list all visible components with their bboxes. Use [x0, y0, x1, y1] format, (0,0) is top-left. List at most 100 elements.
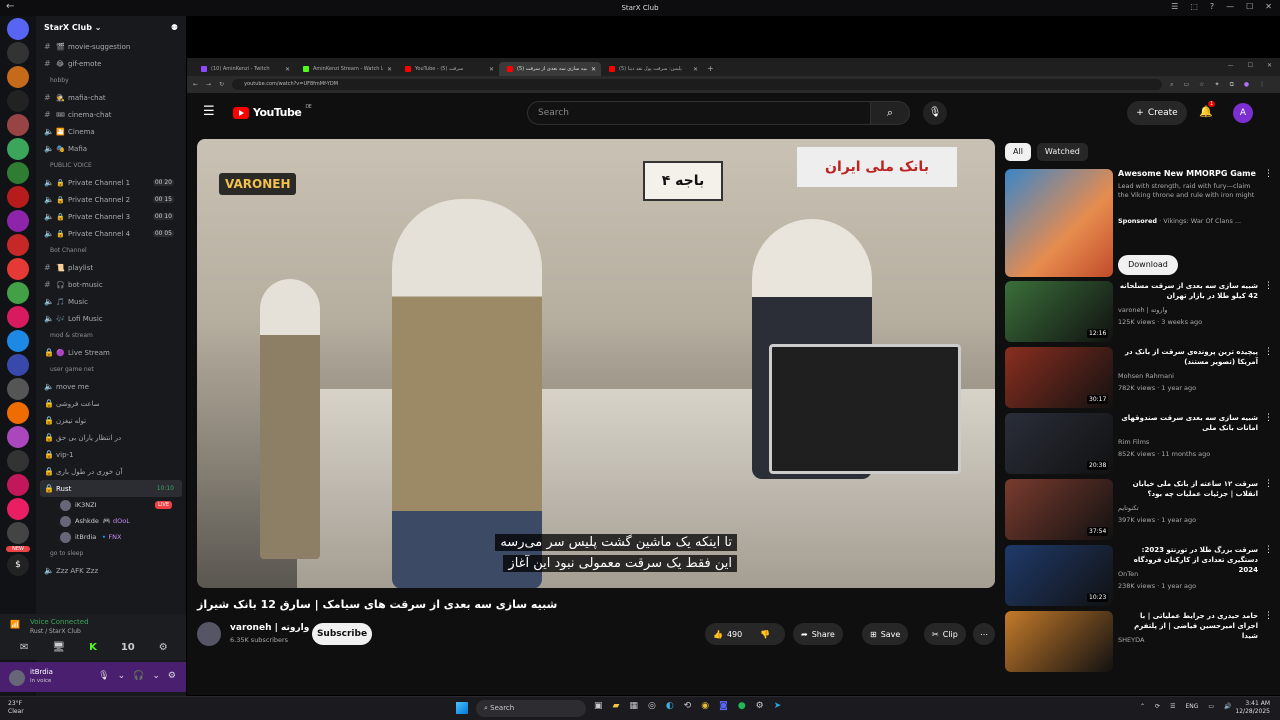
rec-channel[interactable]: Rim Films: [1118, 438, 1149, 446]
channel-item[interactable]: 🔈 Zzz AFK Zzz: [40, 562, 182, 579]
youtube-logo[interactable]: YouTube DE: [233, 104, 312, 119]
browser-tab[interactable]: شبیه سازی سه بعدی از سرقت (5) ✕: [499, 62, 601, 76]
rec-channel[interactable]: Mohsen Rahmani: [1118, 372, 1174, 380]
channel-item[interactable]: 🔈 🎦 Cinema: [40, 123, 182, 140]
rec-title[interactable]: شبیه سازی سه بعدی سرقت صندوقهای امانات ب…: [1118, 413, 1258, 433]
extension-icon[interactable]: ✦: [1215, 81, 1220, 89]
screen-icon[interactable]: ⬚: [1190, 2, 1198, 11]
server-icon[interactable]: [7, 306, 29, 328]
server-icon[interactable]: [7, 210, 29, 232]
more-icon[interactable]: ⋮: [1264, 169, 1273, 179]
volume-icon[interactable]: 🔊: [1224, 703, 1231, 710]
rec-title[interactable]: سرقت ۱۲ ساعته از بانک ملی خیابان انقلاب …: [1118, 479, 1258, 499]
close-button[interactable]: ✕: [1265, 2, 1272, 11]
close-button[interactable]: ✕: [1267, 62, 1272, 69]
rec-video[interactable]: حامد حیدری در جرایط عملیاتی | با اجرای ا…: [1005, 611, 1275, 677]
discord-icon[interactable]: ◙: [719, 701, 728, 711]
extensions-icon[interactable]: ⧉: [1230, 81, 1234, 89]
channel-item[interactable]: 🔒 vip-1: [40, 446, 182, 463]
rec-thumbnail[interactable]: [1005, 611, 1113, 672]
user-avatar[interactable]: [9, 670, 25, 686]
rec-video[interactable]: 12:16 شبیه سازی سه بعدی از سرقت مسلحانه 4…: [1005, 281, 1275, 347]
channel-item[interactable]: 🔒 توله تیغزن: [40, 412, 182, 429]
voice-status[interactable]: Voice Connected: [30, 618, 89, 626]
channel-item[interactable]: 🔒 آن خوری در طول باری: [40, 463, 182, 480]
app-icon[interactable]: ⚙: [756, 701, 764, 711]
channel-category[interactable]: mod & stream: [40, 327, 182, 344]
more-actions-button[interactable]: ⋯: [973, 623, 995, 645]
browser-tab[interactable]: پلیس: سرقت پول نقد دیتا (5) ✕: [601, 62, 703, 76]
server-icon[interactable]: [7, 258, 29, 280]
back-icon[interactable]: ←: [193, 81, 198, 88]
chrome-icon[interactable]: ◉: [701, 701, 709, 711]
clip-button[interactable]: ✂ Clip: [924, 623, 966, 645]
voice-search-button[interactable]: 🎙: [923, 101, 947, 125]
channel-item[interactable]: # 📜 playlist: [40, 259, 182, 276]
server-icon[interactable]: [7, 138, 29, 160]
voice-settings-icon[interactable]: ⚙: [159, 642, 168, 653]
server-icon[interactable]: [7, 378, 29, 400]
server-icon[interactable]: [7, 90, 29, 112]
channel-category[interactable]: go to sleep: [40, 545, 182, 562]
browser-tab[interactable]: AminKenzi Stream - Watch Liv... ✕: [295, 62, 397, 76]
server-icon[interactable]: [7, 402, 29, 424]
rec-video[interactable]: 37:54 سرقت ۱۲ ساعته از بانک ملی خیابان ان…: [1005, 479, 1275, 545]
search-button[interactable]: ⌕: [870, 101, 910, 125]
account-avatar[interactable]: A: [1233, 103, 1253, 123]
channel-name[interactable]: varoneh | واروته: [230, 623, 309, 633]
more-icon[interactable]: ⋮: [1264, 281, 1273, 291]
tab-close-icon[interactable]: ✕: [387, 66, 392, 73]
clock[interactable]: 3:41 AM 12/28/2025: [1235, 700, 1270, 716]
steam-icon[interactable]: ◎: [648, 701, 656, 711]
chevron-down-icon[interactable]: ⌄: [152, 671, 160, 681]
more-icon[interactable]: ⋮: [1259, 81, 1265, 89]
channel-category[interactable]: Bot Channel: [40, 242, 182, 259]
maximize-button[interactable]: ☐: [1248, 62, 1253, 69]
channel-item[interactable]: 🔈 🔒 Private Channel 2 00 15: [40, 191, 182, 208]
server-icon[interactable]: [7, 330, 29, 352]
server-icon[interactable]: $: [7, 554, 29, 576]
edge-icon[interactable]: ◐: [666, 701, 674, 711]
add-member-icon[interactable]: ⚉: [171, 23, 178, 32]
sync-icon[interactable]: ⟳: [1155, 703, 1160, 710]
more-icon[interactable]: ⋮: [1264, 479, 1273, 489]
zoom-icon[interactable]: ⌕: [1170, 81, 1173, 89]
save-button[interactable]: ⊞ Save: [862, 623, 909, 645]
tab-close-icon[interactable]: ✕: [285, 66, 290, 73]
channel-item[interactable]: # 🎟 cinema-chat: [40, 106, 182, 123]
channel-item[interactable]: # 😂 gif-emote: [40, 55, 182, 72]
ad-thumbnail[interactable]: [1005, 169, 1113, 277]
channel-avatar[interactable]: [197, 622, 221, 646]
more-icon[interactable]: ⋮: [1264, 413, 1273, 423]
wifi-icon[interactable]: ☰: [1170, 703, 1175, 710]
network-icon[interactable]: ▭: [1208, 703, 1214, 710]
channel-item[interactable]: 🔈 🎭 Mafia: [40, 140, 182, 157]
rec-title[interactable]: شبیه سازی سه بعدی از سرقت مسلحانه 42 کیل…: [1118, 281, 1258, 301]
channel-item[interactable]: 🔒 ساعت فروشی: [40, 395, 182, 412]
chevron-down-icon[interactable]: ⌄: [118, 671, 126, 681]
browser-tab[interactable]: YouTube - سرقت (5) ✕: [397, 62, 499, 76]
minimize-button[interactable]: —: [1228, 62, 1234, 69]
server-icon[interactable]: [7, 450, 29, 472]
disconnect-icon[interactable]: ✉: [20, 642, 28, 653]
activity-icon[interactable]: K: [89, 642, 97, 653]
new-tab-icon[interactable]: +: [707, 62, 714, 76]
store-icon[interactable]: ▦: [629, 701, 638, 711]
rec-title[interactable]: پیچیده ترین پرونده‌ی سرقت از بانک در آمر…: [1118, 347, 1258, 367]
reload-icon[interactable]: ↻: [219, 81, 224, 88]
rec-title[interactable]: سرقت بزرگ طلا در تورنتو 2023: دستگیری تع…: [1118, 545, 1258, 575]
tab-close-icon[interactable]: ✕: [489, 66, 494, 73]
windows-start-icon[interactable]: [456, 702, 468, 714]
voice-user[interactable]: Ashkde 🎮 dOoL: [40, 513, 182, 529]
maximize-button[interactable]: ☐: [1246, 2, 1253, 11]
ad-title[interactable]: Awesome New MMORPG Game: [1118, 169, 1258, 178]
language-indicator[interactable]: ENG: [1185, 703, 1198, 710]
channel-item[interactable]: # 🎧 bot-music: [40, 276, 182, 293]
chip-all[interactable]: All: [1005, 143, 1031, 161]
voice-user[interactable]: iK3NZI LIVE: [40, 497, 182, 513]
profile-icon[interactable]: ●: [1244, 81, 1249, 89]
channel-category[interactable]: PUBLIC VOICE: [40, 157, 182, 174]
channel-item[interactable]: # 🎬 movie-suggestion: [40, 38, 182, 55]
voice-user[interactable]: itBrdia 🔹FNX: [40, 529, 182, 545]
server-icon[interactable]: [7, 474, 29, 496]
